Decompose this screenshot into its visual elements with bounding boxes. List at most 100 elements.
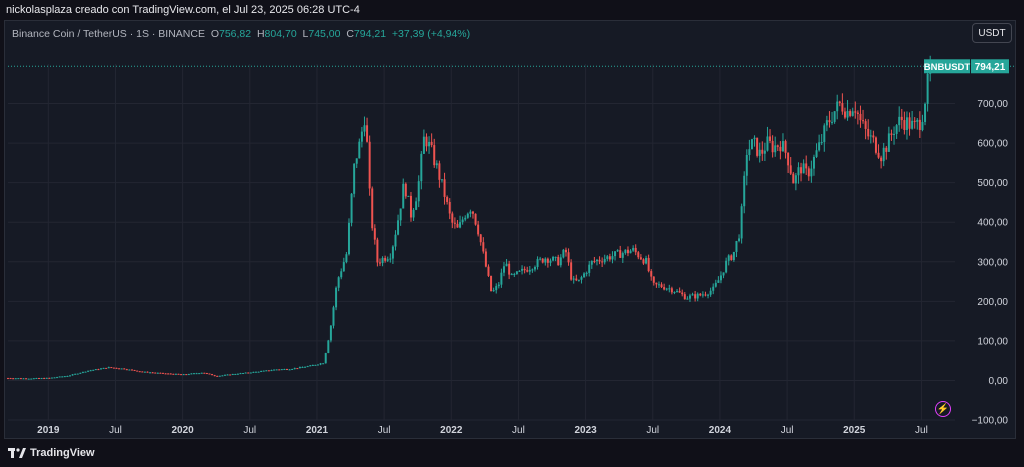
candle-body bbox=[459, 222, 462, 228]
candle-body bbox=[94, 369, 97, 371]
symbol-name[interactable]: Binance Coin / TetherUS · 1S · BINANCE bbox=[12, 28, 205, 40]
candle-body bbox=[187, 374, 190, 376]
candle-body bbox=[151, 372, 154, 374]
candle-body bbox=[686, 298, 689, 300]
candle-body bbox=[249, 372, 252, 374]
candle-body bbox=[190, 373, 193, 375]
candle-body bbox=[590, 260, 593, 265]
candle-body bbox=[792, 173, 795, 184]
y-tick-label: 600,00 bbox=[977, 139, 1008, 150]
price-tag-value: 794,21 bbox=[975, 62, 1006, 73]
candle-body bbox=[58, 376, 61, 378]
candle-body bbox=[466, 213, 469, 218]
candle-body bbox=[25, 378, 28, 380]
candle-body bbox=[696, 293, 699, 299]
candle-body bbox=[394, 234, 397, 247]
candle-body bbox=[391, 246, 394, 259]
candle-body bbox=[35, 378, 38, 380]
candle-body bbox=[807, 168, 810, 177]
candle-body bbox=[712, 286, 715, 291]
candle-body bbox=[694, 294, 697, 299]
candle-body bbox=[422, 136, 425, 154]
candle-body bbox=[531, 269, 534, 271]
candle-body bbox=[552, 256, 555, 261]
candle-body bbox=[637, 252, 640, 258]
candle-body bbox=[668, 288, 671, 290]
candle-body bbox=[293, 368, 296, 370]
candle-body bbox=[518, 270, 521, 272]
tradingview-logo[interactable]: TradingView bbox=[8, 447, 95, 459]
candle-body bbox=[709, 290, 712, 295]
candle-body bbox=[267, 370, 270, 372]
candle-body bbox=[526, 270, 529, 272]
candle-body bbox=[136, 370, 139, 372]
high-value: 804,70 bbox=[264, 28, 297, 40]
candle-body bbox=[234, 373, 237, 375]
candle-body bbox=[102, 367, 105, 369]
candle-body bbox=[316, 364, 319, 366]
candle-body bbox=[673, 291, 676, 293]
candle-body bbox=[167, 373, 170, 375]
candle-body bbox=[154, 372, 157, 374]
candle-body bbox=[105, 367, 108, 369]
candle-body bbox=[378, 262, 381, 264]
candle-body bbox=[655, 282, 658, 285]
candle-body bbox=[650, 271, 653, 277]
x-tick-label: Jul bbox=[109, 425, 122, 436]
candle-body bbox=[43, 378, 46, 380]
candle-body bbox=[223, 374, 226, 376]
candle-body bbox=[345, 254, 348, 263]
candle-body bbox=[722, 272, 725, 276]
open-value: 756,82 bbox=[218, 28, 252, 40]
candle-body bbox=[634, 247, 637, 253]
currency-unit-button[interactable]: USDT bbox=[972, 23, 1012, 43]
candle-body bbox=[195, 373, 198, 375]
candle-body bbox=[451, 213, 454, 223]
candle-body bbox=[882, 147, 885, 162]
candle-body bbox=[169, 373, 172, 375]
candle-body bbox=[257, 371, 260, 373]
lightning-icon[interactable]: ⚡ bbox=[935, 401, 951, 417]
candle-body bbox=[425, 136, 428, 147]
candle-body bbox=[125, 369, 128, 371]
candle-body bbox=[107, 367, 110, 369]
candle-body bbox=[182, 374, 185, 376]
candle-body bbox=[409, 195, 412, 218]
candle-body bbox=[482, 242, 485, 252]
price-chart[interactable]: −100,00 0,00 100,00 200,00 300,00 400,00 500,0… bbox=[0, 0, 1024, 467]
candle-body bbox=[368, 141, 371, 189]
candle-body bbox=[885, 147, 888, 152]
candle-body bbox=[304, 366, 307, 368]
candle-body bbox=[606, 256, 609, 259]
candle-body bbox=[280, 369, 283, 371]
candle-body bbox=[601, 261, 604, 263]
candle-body bbox=[443, 179, 446, 197]
candle-body bbox=[30, 378, 33, 380]
candle-body bbox=[270, 370, 273, 372]
candle-body bbox=[56, 377, 59, 379]
candle-body bbox=[872, 135, 875, 138]
candle-body bbox=[97, 369, 100, 371]
candle-body bbox=[725, 260, 728, 273]
candle-body bbox=[756, 137, 759, 156]
candle-body bbox=[149, 372, 152, 374]
candle-body bbox=[448, 201, 451, 214]
candle-body bbox=[138, 371, 141, 373]
candle-body bbox=[471, 211, 474, 214]
candle-body bbox=[541, 258, 544, 263]
candle-body bbox=[27, 378, 30, 380]
candle-body bbox=[84, 371, 87, 373]
open-label: O bbox=[210, 28, 219, 40]
candle-body bbox=[366, 125, 369, 142]
candle-body bbox=[353, 163, 356, 194]
candle-body bbox=[342, 262, 345, 272]
x-tick-label: 2023 bbox=[574, 425, 597, 436]
candle-body bbox=[559, 257, 562, 266]
candle-body bbox=[288, 369, 291, 371]
close-value: 794,21 bbox=[353, 28, 387, 40]
candle-body bbox=[732, 251, 735, 261]
candle-body bbox=[828, 120, 831, 123]
candle-body bbox=[32, 378, 35, 380]
x-tick-label: Jul bbox=[512, 425, 525, 436]
candle-body bbox=[761, 149, 764, 154]
